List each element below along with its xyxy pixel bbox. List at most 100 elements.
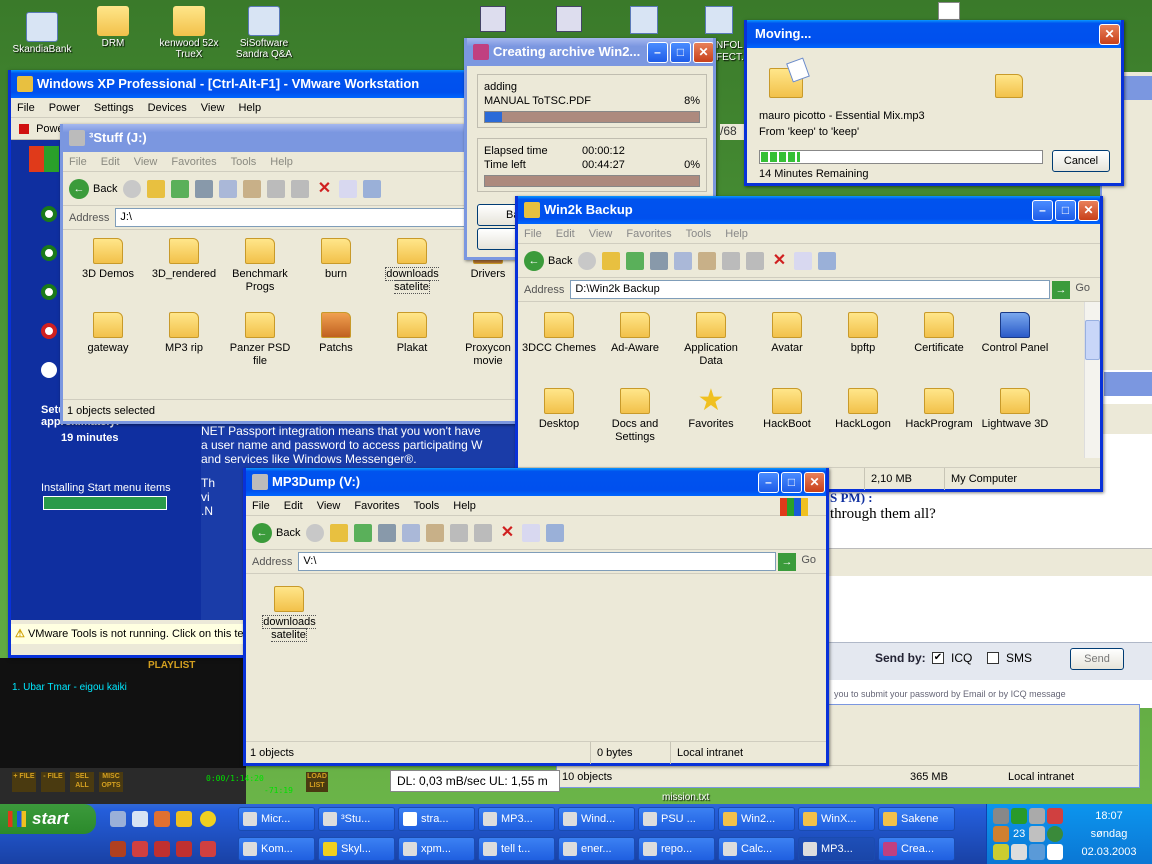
menu-help[interactable]: Help [453,500,476,512]
folder-item[interactable]: bpftp [826,312,900,355]
forward-icon[interactable] [306,523,325,542]
menu-help[interactable]: Help [725,228,748,240]
folder-item[interactable]: Docs and Settings [598,388,672,444]
minimize-button[interactable]: – [758,472,779,493]
folder-item[interactable]: 3D Demos [71,238,145,281]
properties-icon[interactable] [794,251,813,270]
copy-icon[interactable] [219,179,238,198]
menu-help[interactable]: Help [238,102,261,114]
taskbar-item[interactable]: xpm... [398,837,475,861]
tray-vmware-icon[interactable] [1047,844,1063,860]
tray-icon[interactable] [1047,808,1063,824]
taskbar-item[interactable]: Calc... [718,837,795,861]
taskbar-item[interactable]: Win2... [718,807,795,831]
quicklaunch-icon[interactable] [132,811,148,827]
taskbar-item[interactable]: ener... [558,837,635,861]
tray-icon[interactable] [1029,826,1045,842]
taskbar-item[interactable]: tell t... [478,837,555,861]
paste-icon[interactable] [698,251,717,270]
menu-view[interactable]: View [589,228,613,240]
copy-to-icon[interactable] [474,523,493,542]
taskbar-item[interactable]: Wind... [558,807,635,831]
paste-icon[interactable] [426,523,445,542]
folder-item[interactable]: Lightwave 3D [978,388,1052,431]
folder-item[interactable]: Certificate [902,312,976,355]
tray-icon[interactable] [1029,808,1045,824]
taskbar-item[interactable]: ³Stu... [318,807,395,831]
taskbar-item[interactable]: PSU ... [638,807,715,831]
taskbar-item[interactable]: WinX... [798,807,875,831]
quicklaunch-icon[interactable] [110,811,126,827]
close-button[interactable]: ✕ [1078,200,1099,221]
quicklaunch-icon[interactable] [200,841,216,857]
tray-icon[interactable] [1011,844,1027,860]
minimize-button[interactable]: – [1032,200,1053,221]
taskbar-item[interactable]: Sakene [878,807,955,831]
winamp-file-add-button[interactable]: + FILE [12,772,36,792]
cut-icon[interactable] [378,523,397,542]
move-to-icon[interactable] [722,251,741,270]
folder-item[interactable]: 3D_rendered [147,238,221,281]
folder-item[interactable]: HackBoot [750,388,824,431]
start-button[interactable]: start [0,804,96,834]
address-input[interactable]: D:\Win2k Backup [570,280,1050,299]
menu-help[interactable]: Help [270,156,293,168]
folder-item[interactable]: MP3 rip [147,312,221,355]
taskbar-item[interactable]: repo... [638,837,715,861]
tray-icon[interactable] [993,844,1009,860]
address-input[interactable]: J:\ [115,208,517,227]
copy-to-icon[interactable] [746,251,765,270]
close-button[interactable]: ✕ [693,42,713,63]
folder-item[interactable]: burn [299,238,373,281]
menu-tools[interactable]: Tools [414,500,440,512]
move-to-icon[interactable] [267,179,286,198]
cut-icon[interactable] [195,179,214,198]
quicklaunch-icon[interactable] [176,811,192,827]
menu-favorites[interactable]: Favorites [354,500,399,512]
winamp-file-remove-button[interactable]: - FILE [41,772,65,792]
folder-item[interactable]: Benchmark Progs [223,238,297,294]
folder-item[interactable]: Proxycon movie [451,312,525,368]
folder-item[interactable]: gateway [71,312,145,355]
icq-send-button[interactable]: Send [1070,648,1124,670]
go-button-label[interactable]: Go [1075,282,1090,294]
folder-item[interactable]: HackLogon [826,388,900,431]
quicklaunch-icon[interactable] [176,841,192,857]
folder-item[interactable]: Panzer PSD file [223,312,297,368]
close-button[interactable]: ✕ [1099,24,1120,45]
folder-item-selected[interactable]: downloads satelite [252,586,326,642]
tray-icon[interactable] [1047,826,1063,842]
menu-devices[interactable]: Devices [148,102,187,114]
folder-item[interactable]: Desktop [522,388,596,431]
cancel-button[interactable]: Cancel [1052,150,1110,172]
views-icon[interactable] [546,523,565,542]
refresh-icon[interactable] [626,251,645,270]
winamp-misc-options-button[interactable]: MISC OPTS [99,772,123,792]
copy-icon[interactable] [402,523,421,542]
desktop-icon-kenwood[interactable]: kenwood 52x TrueX [149,6,229,60]
copy-icon[interactable] [674,251,693,270]
folder-item[interactable]: Application Data [674,312,748,368]
tray-icon[interactable] [1011,808,1027,824]
power-off-icon[interactable] [19,124,29,135]
taskbar-item-active[interactable]: MP3... [798,837,875,861]
menu-view[interactable]: View [317,500,341,512]
vertical-scrollbar[interactable] [1084,302,1100,458]
up-folder-icon[interactable] [330,523,349,542]
clock-time[interactable]: 18:07 [1067,810,1151,822]
icq-checkbox[interactable]: ✔ [932,652,944,664]
desktop-icon-web[interactable] [705,6,733,34]
winamp-track[interactable]: 1. Ubar Tmar - eigou kaiki [12,682,127,693]
go-button-label[interactable]: Go [801,554,816,566]
menu-power[interactable]: Power [49,102,80,114]
back-button[interactable]: ← Back [524,250,572,271]
menu-tools[interactable]: Tools [686,228,712,240]
menu-file[interactable]: File [69,156,87,168]
folder-item[interactable]: HackProgram [902,388,976,431]
quicklaunch-icon[interactable] [110,841,126,857]
properties-icon[interactable] [339,179,358,198]
folder-item[interactable]: Avatar [750,312,824,355]
winamp-load-list-button[interactable]: LOAD LIST [306,772,328,792]
desktop-icon-sisoftware[interactable]: SiSoftware Sandra Q&A [224,6,304,60]
menu-favorites[interactable]: Favorites [626,228,671,240]
